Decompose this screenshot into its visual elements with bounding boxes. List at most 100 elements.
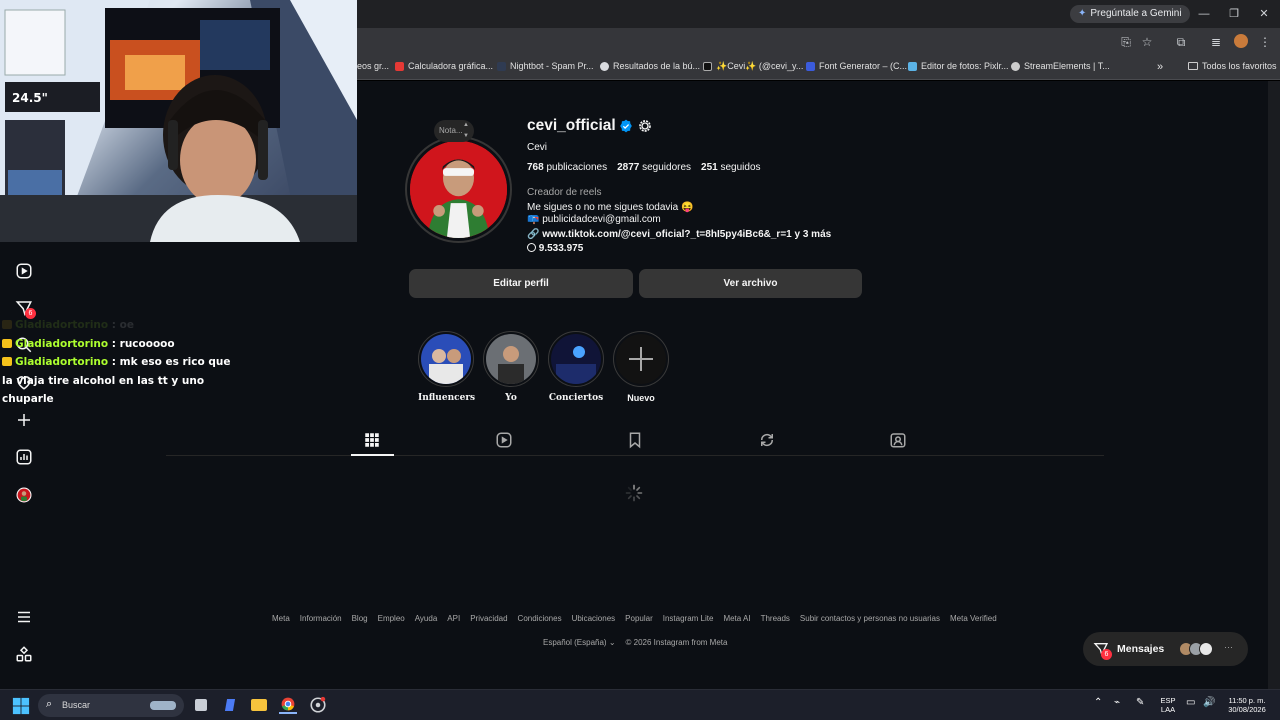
- gemini-button[interactable]: ✦ Pregúntale a Gemini: [1070, 5, 1190, 23]
- streaming-app-icon[interactable]: [309, 696, 327, 714]
- taskbar-search-box[interactable]: ⌕ Buscar: [38, 694, 184, 717]
- bookmark-item[interactable]: Calculadora gráfica...: [395, 61, 493, 71]
- install-app-icon[interactable]: ⎘: [1118, 34, 1134, 50]
- profile-note-bubble[interactable]: Nota... ▲ ▼: [434, 120, 474, 142]
- highlight-ring: [613, 331, 669, 387]
- footer-link[interactable]: Instagram Lite: [663, 614, 714, 623]
- threads-row[interactable]: 9.533.975: [527, 243, 583, 254]
- language-indicator[interactable]: ESP LAA: [1158, 696, 1178, 714]
- tab-posts-grid-icon[interactable]: [363, 431, 381, 449]
- tray-pen-icon[interactable]: ✎: [1136, 698, 1144, 708]
- link-icon: 🔗: [527, 229, 540, 240]
- tab-reposts-icon[interactable]: [758, 431, 776, 449]
- extensions-icon[interactable]: ⧉: [1173, 34, 1189, 50]
- footer-link[interactable]: Condiciones: [518, 614, 562, 623]
- posts-stat: 768 publicaciones: [527, 162, 607, 173]
- bio-link-row[interactable]: 🔗 www.tiktok.com/@cevi_oficial?_t=8hI5py…: [527, 229, 831, 240]
- all-favorites[interactable]: Todos los favoritos: [1188, 61, 1277, 71]
- following-stat[interactable]: 251 seguidos: [701, 162, 761, 173]
- tray-display-icon[interactable]: ▭: [1186, 698, 1195, 708]
- footer-link[interactable]: Threads: [761, 614, 790, 623]
- taskbar-clock[interactable]: 11:50 p. m. 30/08/2026: [1222, 696, 1272, 714]
- tab-tagged-icon[interactable]: [889, 431, 907, 449]
- story-highlight[interactable]: Conciertos: [548, 331, 604, 403]
- footer-link[interactable]: Ubicaciones: [572, 614, 616, 623]
- more-dots-icon: ···: [1224, 642, 1233, 652]
- sidebar-more-menu-icon[interactable]: [14, 607, 34, 627]
- restore-icon[interactable]: ❐: [1226, 6, 1242, 22]
- view-archive-button[interactable]: Ver archivo: [639, 269, 862, 298]
- windows-start-icon[interactable]: [12, 697, 30, 715]
- profile-avatar[interactable]: [405, 136, 512, 243]
- bookmark-item[interactable]: Nightbot - Spam Pr...: [497, 61, 594, 71]
- sidebar-dashboard-icon[interactable]: [14, 447, 34, 467]
- sidebar-meta-apps-icon[interactable]: [14, 644, 34, 664]
- profile-full-name: Cevi: [527, 142, 548, 153]
- bookmark-item[interactable]: ✨Cevi✨ (@cevi_y...: [703, 61, 803, 72]
- messages-badge: 6: [1101, 649, 1112, 660]
- following-count: 251: [701, 162, 718, 173]
- sidebar-reels-icon[interactable]: [14, 261, 34, 281]
- page-scrollbar[interactable]: [1268, 81, 1280, 689]
- footer-link[interactable]: Subir contactos y personas no usuarias: [800, 614, 940, 623]
- footer-link[interactable]: Ayuda: [415, 614, 438, 623]
- bookmark-item[interactable]: eos gr...: [357, 61, 389, 71]
- footer-link[interactable]: Empleo: [378, 614, 405, 623]
- bookmark-item[interactable]: StreamElements | T...: [1011, 61, 1110, 71]
- footer-link[interactable]: Privacidad: [470, 614, 507, 623]
- sidebar-messages-icon[interactable]: 6: [14, 298, 36, 319]
- webcam-overlay: 24.5": [0, 0, 357, 242]
- url-field[interactable]: [356, 31, 1096, 53]
- chat-badge-icon: [2, 338, 12, 348]
- chat-message: Gladiadortorino : rucooooo: [2, 335, 232, 354]
- note-label: Nota...: [439, 126, 463, 135]
- edit-profile-button[interactable]: Editar perfil: [409, 269, 633, 298]
- settings-gear-icon[interactable]: [637, 118, 653, 134]
- footer-link[interactable]: Meta: [272, 614, 290, 623]
- minimize-icon[interactable]: —: [1196, 6, 1212, 22]
- bookmark-item[interactable]: Font Generator – (C...: [806, 61, 907, 71]
- footer-link[interactable]: API: [447, 614, 460, 623]
- bookmark-item[interactable]: Resultados de la bú...: [600, 61, 700, 71]
- volume-icon[interactable]: 🔊: [1203, 698, 1215, 708]
- file-explorer-icon[interactable]: [250, 696, 268, 714]
- chrome-icon[interactable]: [279, 696, 297, 714]
- highlight-label: Conciertos: [548, 393, 604, 403]
- highlight-label: Yo: [505, 393, 517, 403]
- bookmark-item[interactable]: Editor de fotos: Pixlr...: [908, 61, 1009, 71]
- highlight-label: Influencers: [418, 393, 476, 403]
- tab-saved-icon[interactable]: [626, 431, 644, 449]
- tray-overflow-icon[interactable]: ⌃: [1094, 698, 1102, 708]
- language-selector[interactable]: Español (España) ⌄: [543, 638, 616, 647]
- new-highlight-button[interactable]: Nuevo: [613, 331, 669, 403]
- task-view-icon[interactable]: [192, 696, 210, 714]
- story-highlight[interactable]: Influencers: [418, 331, 476, 403]
- threads-icon: [527, 243, 536, 252]
- tab-reels-icon[interactable]: [495, 431, 513, 449]
- sidebar-profile-avatar[interactable]: [14, 485, 34, 505]
- tabs-divider: [166, 455, 1104, 456]
- highlight-label: Nuevo: [627, 393, 655, 403]
- followers-stat[interactable]: 2877 seguidores: [617, 162, 691, 173]
- app-icon[interactable]: [221, 696, 239, 714]
- bio-link[interactable]: www.tiktok.com/@cevi_oficial?_t=8hI5py4i…: [542, 229, 831, 240]
- story-highlight[interactable]: Yo: [483, 331, 539, 403]
- bookmark-favicon: [1011, 61, 1020, 71]
- browser-menu-icon[interactable]: ⋮: [1257, 34, 1273, 50]
- media-controls-icon[interactable]: ≣: [1208, 34, 1224, 50]
- footer-link[interactable]: Meta Verified: [950, 614, 997, 623]
- footer-link[interactable]: Popular: [625, 614, 653, 623]
- footer-link[interactable]: Información: [300, 614, 342, 623]
- bookmarks-overflow-icon[interactable]: »: [1157, 61, 1163, 73]
- footer-link[interactable]: Blog: [352, 614, 368, 623]
- active-tab-indicator: [351, 454, 394, 456]
- tray-network-icon[interactable]: ⌁: [1114, 698, 1120, 708]
- profile-avatar-icon[interactable]: [1233, 34, 1249, 50]
- stream-chat-overlay: Gladiadortorino : oe Gladiadortorino : r…: [2, 316, 232, 409]
- messages-pill[interactable]: 6 Mensajes ···: [1083, 632, 1248, 666]
- bookmark-star-icon[interactable]: ☆: [1139, 34, 1155, 50]
- sidebar-create-icon[interactable]: [14, 410, 34, 430]
- close-icon[interactable]: ✕: [1256, 6, 1272, 22]
- footer-link[interactable]: Meta AI: [723, 614, 750, 623]
- bookmark-favicon: [497, 61, 506, 71]
